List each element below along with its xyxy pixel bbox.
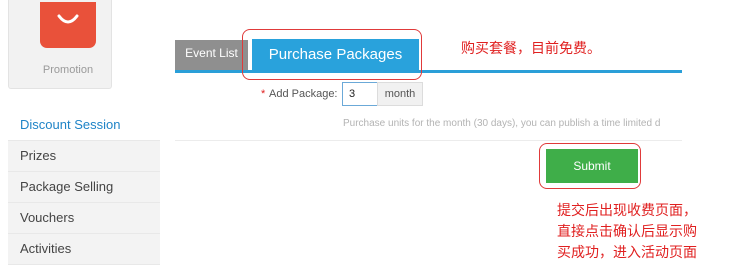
annotation-submit-note-line: 提交后出现收费页面， <box>557 203 697 219</box>
purchase-hint: Purchase units for the month (30 days), … <box>343 118 661 129</box>
tab-event-list[interactable]: Event List <box>175 40 248 70</box>
add-package-label: Add Package: <box>269 88 338 100</box>
package-quantity-input[interactable] <box>342 82 378 106</box>
annotation-tab-note: 购买套餐，目前免费。 <box>461 41 601 57</box>
add-package-row: * Add Package: month <box>175 82 682 108</box>
sidebar-menu: Discount Session Prizes Package Selling … <box>8 110 160 265</box>
required-marker: * <box>261 88 266 100</box>
divider <box>175 140 682 141</box>
annotation-submit-note-line: 买成功，进入活动页面 <box>557 245 697 261</box>
sidebar-item-prizes[interactable]: Prizes <box>8 141 160 172</box>
annotation-tab-highlight <box>242 29 422 80</box>
sidebar-item-activities[interactable]: Activities <box>8 234 160 265</box>
sidebar: Promotion Discount Session Prizes Packag… <box>0 0 160 279</box>
unit-label: month <box>377 82 423 106</box>
shopping-bag-icon <box>40 2 96 48</box>
annotation-submit-note: 提交后出现收费页面， 直接点击确认后显示购 买成功，进入活动页面 <box>557 201 741 264</box>
annotation-submit-highlight <box>539 143 641 189</box>
sidebar-item-package-selling[interactable]: Package Selling <box>8 172 160 203</box>
promotion-label: Promotion <box>42 64 94 76</box>
sidebar-item-vouchers[interactable]: Vouchers <box>8 203 160 234</box>
promotion-card[interactable]: Promotion <box>8 0 112 89</box>
annotation-submit-note-line: 直接点击确认后显示购 <box>557 224 697 240</box>
sidebar-item-discount-session[interactable]: Discount Session <box>8 110 160 141</box>
